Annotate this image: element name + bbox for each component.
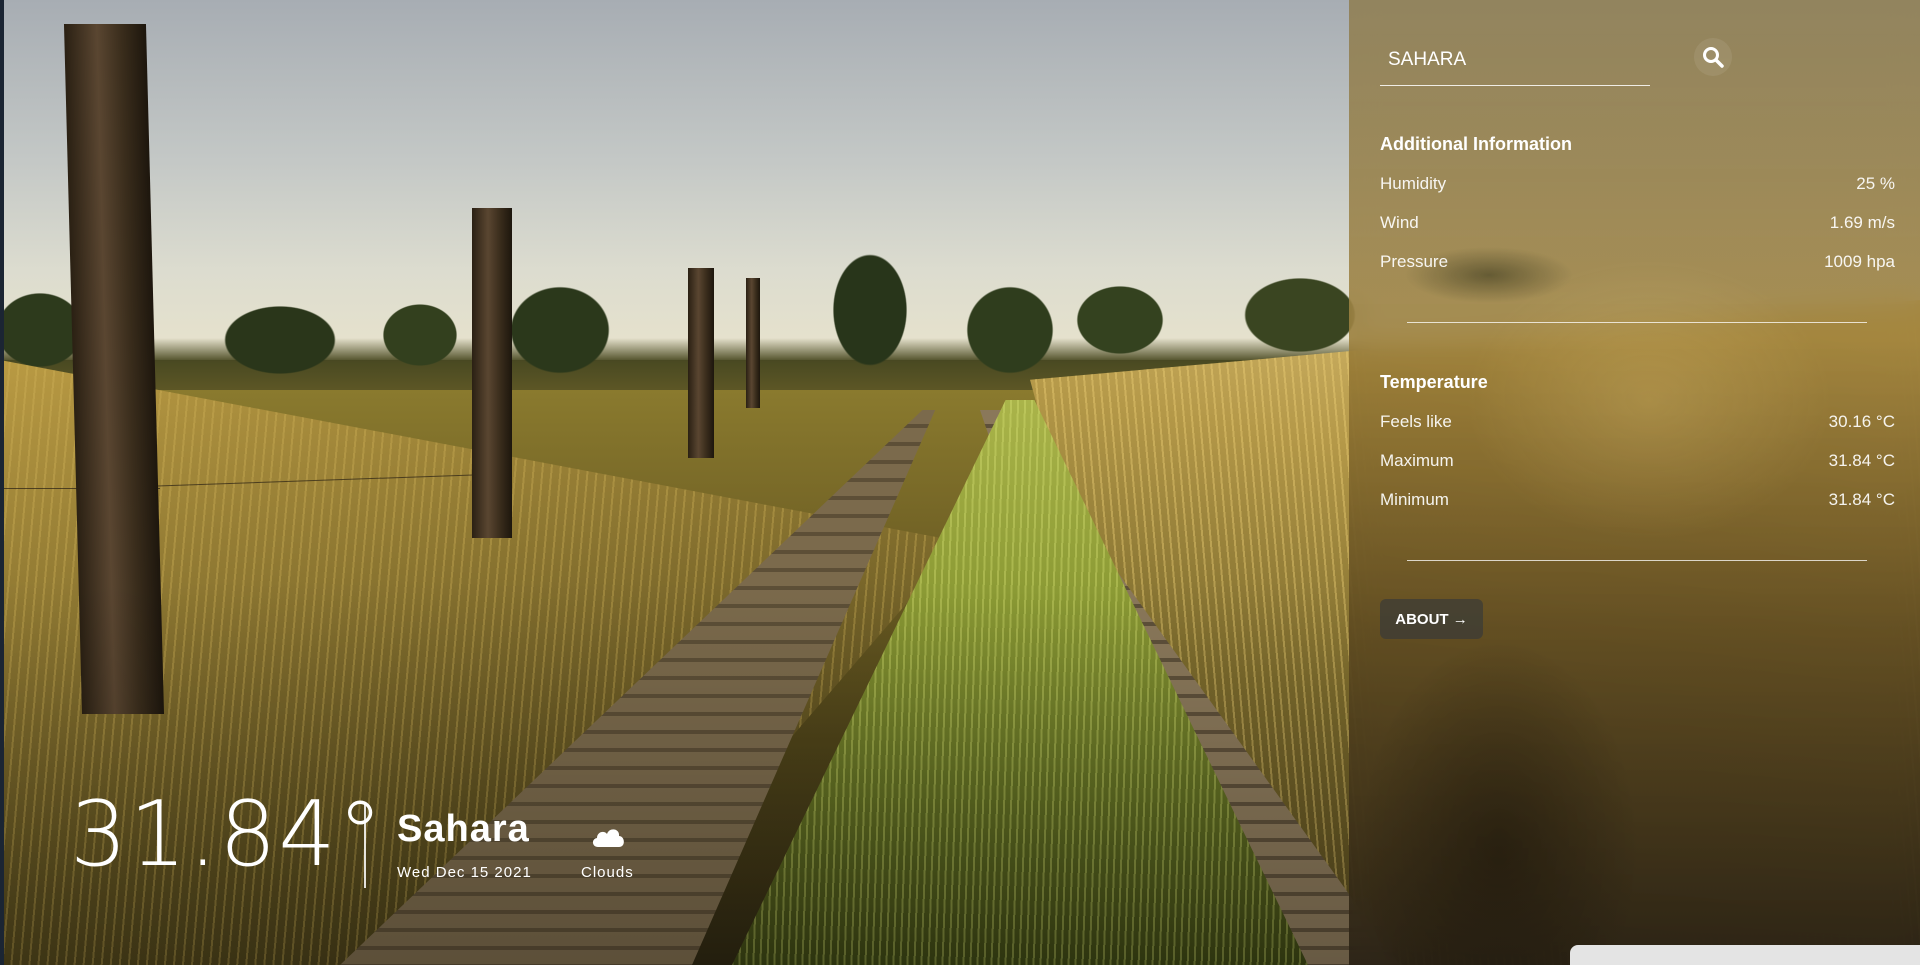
humidity-value: 25 %: [1856, 174, 1895, 193]
city-name: Sahara: [397, 808, 530, 850]
section-divider: [1407, 560, 1867, 561]
maximum-label: Maximum: [1380, 451, 1454, 470]
vertical-divider: [364, 802, 366, 888]
humidity-label: Humidity: [1380, 174, 1447, 193]
additional-info-title: Additional Information: [1380, 134, 1572, 154]
weather-condition: Clouds: [581, 864, 634, 881]
feels-like-label: Feels like: [1380, 412, 1452, 431]
search-icon: [1703, 47, 1724, 68]
maximum-row: Maximum 31.84 °C: [1380, 449, 1895, 473]
temperature-title: Temperature: [1380, 372, 1488, 392]
minimum-value: 31.84 °C: [1828, 490, 1895, 509]
humidity-row: Humidity 25 %: [1380, 172, 1895, 196]
wind-row: Wind 1.69 m/s: [1380, 211, 1895, 235]
minimum-row: Minimum 31.84 °C: [1380, 488, 1895, 512]
maximum-value: 31.84 °C: [1828, 451, 1895, 470]
current-temperature: 31.84°: [70, 782, 385, 887]
wind-value: 1.69 m/s: [1829, 213, 1895, 232]
section-divider: [1407, 322, 1867, 323]
pressure-value: 1009 hpa: [1824, 252, 1895, 271]
search-button[interactable]: [1694, 38, 1732, 76]
info-panel: Additional Information Humidity 25 % Win…: [1349, 0, 1920, 965]
search-field: [1380, 40, 1650, 86]
feels-like-value: 30.16 °C: [1828, 412, 1895, 431]
minimum-label: Minimum: [1380, 490, 1449, 509]
about-button[interactable]: ABOUT →: [1380, 599, 1483, 639]
search-input[interactable]: [1380, 40, 1650, 80]
feels-like-row: Feels like 30.16 °C: [1380, 410, 1895, 434]
pressure-row: Pressure 1009 hpa: [1380, 250, 1895, 274]
current-date: Wed Dec 15 2021: [397, 864, 532, 881]
wind-label: Wind: [1380, 213, 1419, 232]
weather-app: Additional Information Humidity 25 % Win…: [0, 0, 1920, 965]
pressure-label: Pressure: [1380, 252, 1449, 271]
cloud-icon: [592, 829, 624, 847]
